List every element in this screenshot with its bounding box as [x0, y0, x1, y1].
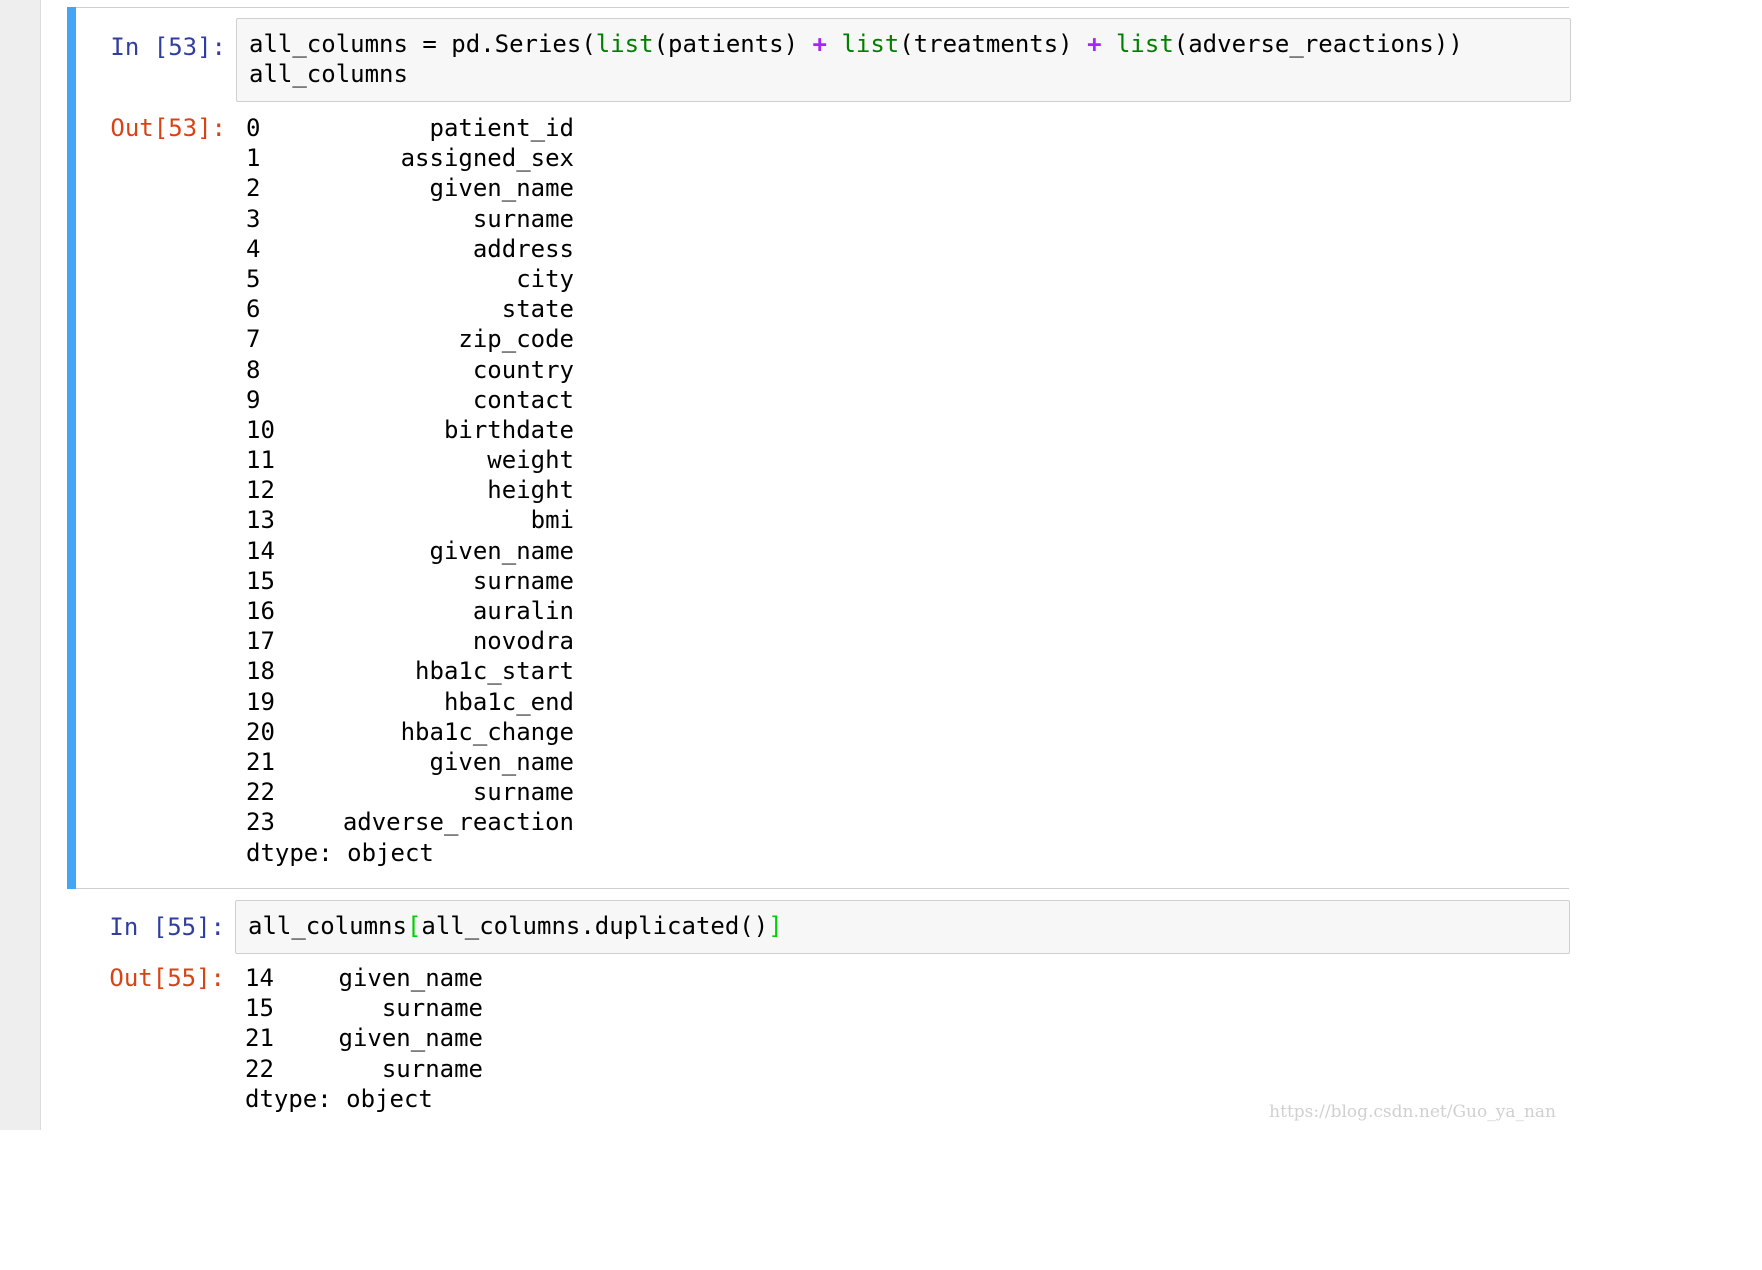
row-value: bmi: [530, 506, 574, 535]
row-value: given_name: [429, 536, 575, 565]
row-value: birthdate: [443, 415, 574, 444]
row-value: city: [516, 264, 574, 293]
output-row: 14 given_name: [245, 963, 483, 993]
output-row: 12 height: [246, 475, 574, 505]
notebook: In [53]: all_columns = pd.Series(list(pa…: [41, 0, 1571, 1130]
output-row: 21 given_name: [245, 1023, 483, 1053]
code-input[interactable]: all_columns[all_columns.duplicated()]: [235, 900, 1570, 954]
output-row: 7 zip_code: [246, 324, 574, 354]
row-value: novodra: [472, 627, 574, 656]
output-row: 22 surname: [246, 777, 574, 807]
row-value: adverse_reaction: [342, 808, 574, 837]
output-row: 14 given_name: [246, 536, 574, 566]
dtype-line: dtype: object: [246, 838, 434, 867]
row-value: surname: [381, 994, 483, 1023]
row-value: weight: [487, 446, 574, 475]
output-row: 5 city: [246, 264, 574, 294]
row-value: state: [501, 295, 574, 324]
row-value: contact: [472, 385, 574, 414]
output-row: 15 surname: [245, 993, 483, 1023]
row-value: surname: [472, 566, 574, 595]
output-row: 6 state: [246, 294, 574, 324]
row-value: patient_id: [429, 114, 575, 142]
output-row: 21 given_name: [246, 747, 574, 777]
output-row: 18 hba1c_start: [246, 656, 574, 686]
output-row: 1 assigned_sex: [246, 143, 574, 173]
output-row: 13 bmi: [246, 505, 574, 535]
output-row: 16 auralin: [246, 596, 574, 626]
row-value: surname: [472, 204, 574, 233]
code-cell-55[interactable]: In [55]: all_columns[all_columns.duplica…: [67, 890, 1570, 1130]
row-value: assigned_sex: [400, 144, 574, 173]
output-row: 2 given_name: [246, 173, 574, 203]
row-value: height: [487, 476, 574, 505]
row-value: hba1c_end: [443, 687, 574, 716]
output-row: 8 country: [246, 355, 574, 385]
in-prompt: In [55]:: [109, 913, 225, 941]
code-line: all_columns = pd.Series(list(patients) +…: [249, 30, 1463, 58]
output-row: 3 surname: [246, 204, 574, 234]
out-prompt: Out[55]:: [109, 964, 225, 992]
output-area: 0 patient_id 1 assigned_sex 2 given_name 3 surn…: [246, 113, 574, 868]
output-row: 4 address: [246, 234, 574, 264]
output-row: 9 contact: [246, 385, 574, 415]
output-row: 17 novodra: [246, 626, 574, 656]
output-row: 15 surname: [246, 566, 574, 596]
output-row: 0 patient_id: [246, 113, 574, 143]
row-value: surname: [472, 778, 574, 807]
row-value: given_name: [429, 174, 575, 203]
row-value: given_name: [338, 1024, 484, 1053]
output-row: 22 surname: [245, 1054, 483, 1084]
row-value: hba1c_start: [415, 657, 574, 686]
row-value: auralin: [472, 597, 574, 625]
out-prompt: Out[53]:: [110, 114, 226, 142]
left-gutter: [0, 0, 41, 1130]
code-line: all_columns[all_columns.duplicated()]: [248, 912, 783, 940]
output-row: 10 birthdate: [246, 415, 574, 445]
row-value: given_name: [429, 747, 575, 776]
output-row: 20 hba1c_change: [246, 717, 574, 747]
code-cell-53[interactable]: In [53]: all_columns = pd.Series(list(pa…: [67, 7, 1571, 889]
in-prompt: In [53]:: [110, 33, 226, 61]
output-row: 11 weight: [246, 445, 574, 475]
row-value: surname: [381, 1054, 483, 1083]
row-value: country: [472, 355, 574, 384]
output-row: 19 hba1c_end: [246, 687, 574, 717]
row-value: zip_code: [458, 325, 574, 354]
code-line: all_columns: [249, 60, 408, 88]
output-row: 23 adverse_reaction: [246, 807, 574, 837]
code-input[interactable]: all_columns = pd.Series(list(patients) +…: [236, 18, 1571, 102]
row-value: address: [472, 234, 574, 263]
dtype-line: dtype: object: [245, 1084, 433, 1113]
row-value: hba1c_change: [400, 717, 574, 746]
watermark: https://blog.csdn.net/Guo_ya_nan: [1269, 1102, 1556, 1122]
row-value: given_name: [338, 964, 484, 992]
output-area: 14 given_name 15 surname 21 given_name 22 surna…: [245, 963, 483, 1114]
